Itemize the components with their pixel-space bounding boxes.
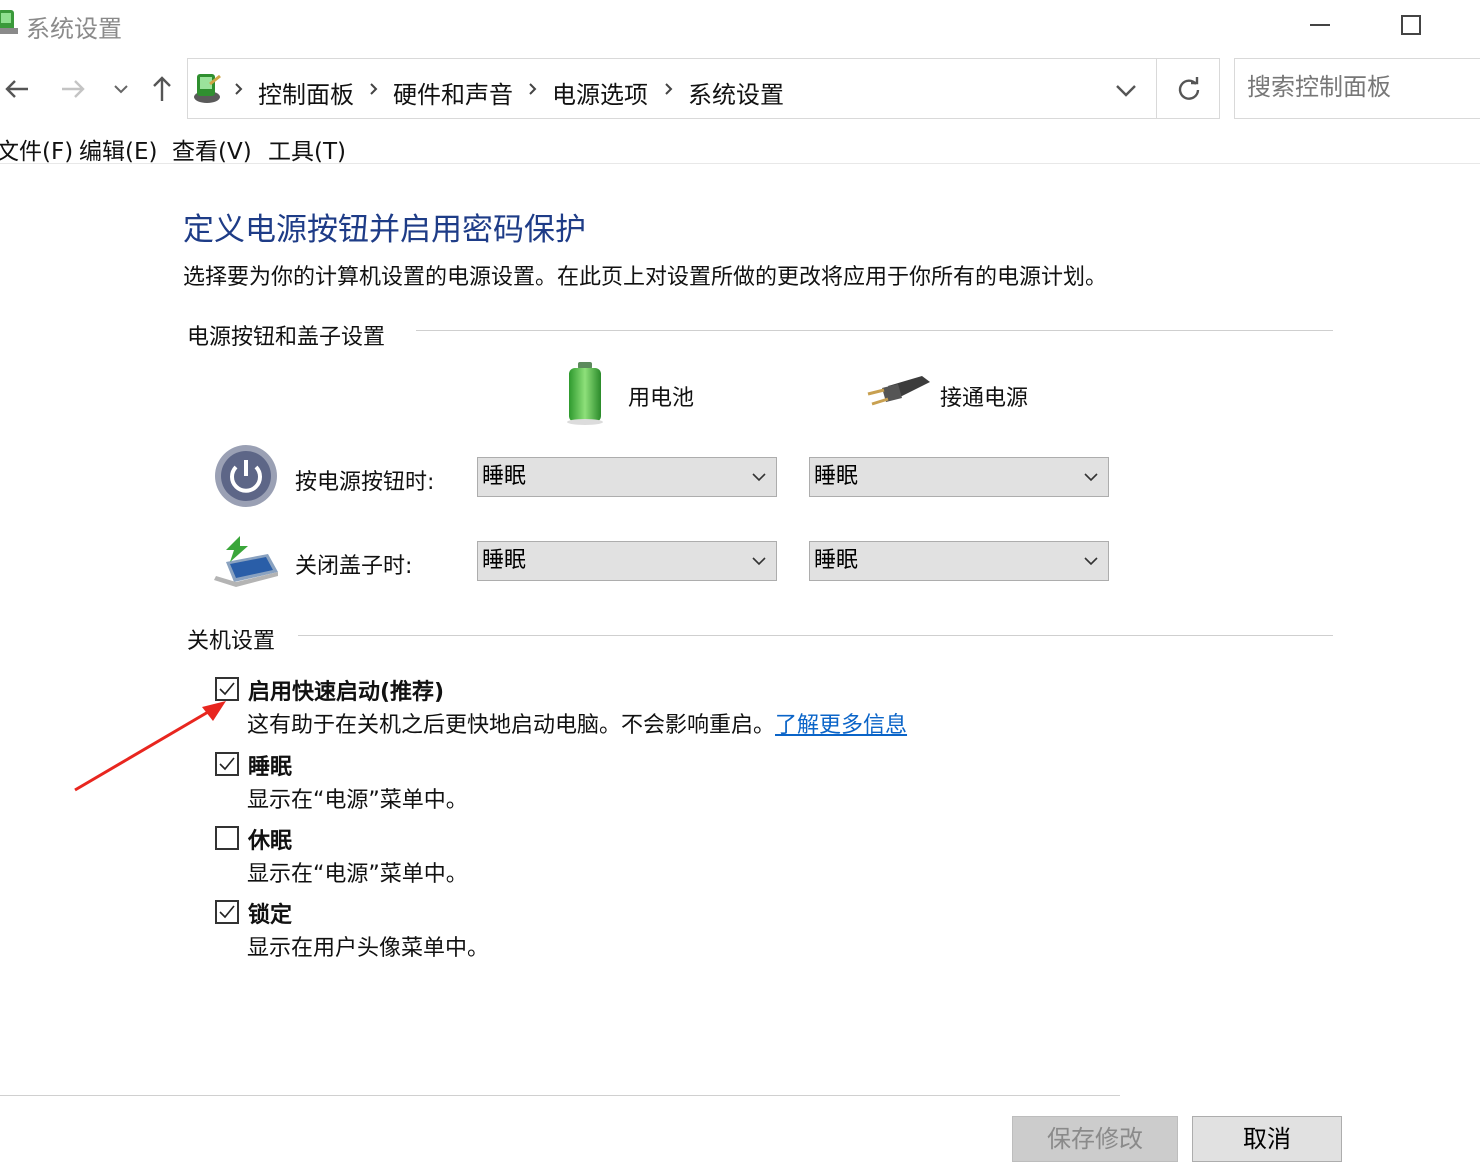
power-button-plugged-select[interactable]: 睡眠 [809, 457, 1109, 497]
select-value: 睡眠 [814, 464, 859, 489]
column-plugged-in: 接通电源 [940, 386, 1029, 411]
lock-checkbox[interactable] [215, 900, 239, 924]
window-title: 系统设置 [26, 15, 122, 43]
chevron-down-icon [114, 85, 128, 94]
up-button[interactable] [145, 72, 179, 106]
page-title: 定义电源按钮并启用密码保护 [183, 212, 586, 248]
system-settings-icon [0, 8, 20, 38]
save-changes-button[interactable]: 保存修改 [1012, 1116, 1178, 1162]
recent-locations-button[interactable] [104, 72, 138, 106]
group-divider [416, 330, 1333, 331]
fast-startup-desc-text: 这有助于在关机之后更快地启动电脑。不会影响重启。 [247, 713, 776, 738]
breadcrumb-separator-icon [365, 78, 383, 100]
breadcrumb-system-settings[interactable]: 系统设置 [688, 75, 784, 110]
breadcrumb-power-options[interactable]: 电源选项 [552, 75, 648, 110]
checkmark-icon [219, 905, 235, 919]
menu-tools[interactable]: 工具(T) [268, 132, 346, 166]
select-value: 睡眠 [482, 548, 527, 573]
power-button-battery-select[interactable]: 睡眠 [477, 457, 777, 497]
search-box[interactable] [1234, 58, 1480, 119]
sleep-description: 显示在“电源”菜单中。 [247, 788, 468, 813]
menu-edit[interactable]: 编辑(E) [79, 132, 157, 166]
select-value: 睡眠 [482, 464, 527, 489]
select-value: 睡眠 [814, 548, 859, 573]
close-lid-plugged-select[interactable]: 睡眠 [809, 541, 1109, 581]
minimize-button[interactable] [1300, 4, 1340, 44]
annotation-arrow [74, 701, 226, 792]
chevron-down-icon [1084, 473, 1098, 482]
maximize-button[interactable] [1390, 4, 1430, 44]
group-divider [298, 635, 1333, 636]
column-battery: 用电池 [628, 386, 695, 411]
power-button-icon [214, 444, 278, 508]
arrow-left-icon [5, 80, 28, 98]
shutdown-group-title: 关机设置 [187, 629, 276, 654]
power-plug-icon [862, 372, 932, 412]
sleep-label[interactable]: 睡眠 [248, 749, 292, 781]
breadcrumb-control-panel[interactable]: 控制面板 [258, 75, 354, 110]
lock-label[interactable]: 锁定 [248, 897, 292, 929]
forward-button[interactable] [56, 72, 90, 106]
hibernate-checkbox[interactable] [215, 826, 239, 850]
search-input[interactable] [1247, 73, 1477, 101]
breadcrumb-hardware-sound[interactable]: 硬件和声音 [393, 75, 513, 110]
menu-divider [0, 163, 1480, 164]
address-divider [1156, 58, 1157, 119]
refresh-icon [1178, 77, 1200, 100]
cancel-button[interactable]: 取消 [1192, 1116, 1342, 1162]
close-lid-battery-select[interactable]: 睡眠 [477, 541, 777, 581]
breadcrumb-separator-icon [660, 78, 678, 100]
breadcrumb-separator-icon [524, 78, 542, 100]
fast-startup-label[interactable]: 启用快速启动(推荐) [248, 674, 444, 706]
laptop-lid-icon [212, 532, 280, 588]
address-history-button[interactable] [1110, 72, 1142, 108]
lock-description: 显示在用户头像菜单中。 [247, 936, 490, 961]
chevron-down-icon [752, 473, 766, 482]
page-description: 选择要为你的计算机设置的电源设置。在此页上对设置所做的更改将应用于你所有的电源计… [183, 265, 1108, 290]
chevron-down-icon [752, 557, 766, 566]
refresh-button[interactable] [1168, 70, 1210, 110]
chevron-down-icon [1116, 85, 1136, 97]
chevron-down-icon [1084, 557, 1098, 566]
control-panel-icon [190, 70, 224, 106]
close-lid-label: 关闭盖子时: [295, 554, 413, 579]
arrow-right-icon [62, 80, 85, 98]
menu-file[interactable]: 文件(F) [0, 132, 73, 166]
breadcrumb-separator-icon [230, 78, 248, 100]
power-button-label: 按电源按钮时: [295, 470, 435, 495]
fast-startup-description: 这有助于在关机之后更快地启动电脑。不会影响重启。了解更多信息 [247, 707, 907, 739]
back-button[interactable] [0, 72, 34, 106]
arrow-up-icon [153, 76, 171, 101]
hibernate-description: 显示在“电源”菜单中。 [247, 862, 468, 887]
hibernate-label[interactable]: 休眠 [248, 823, 292, 855]
power-group-title: 电源按钮和盖子设置 [187, 325, 386, 350]
battery-icon [564, 360, 606, 426]
footer-divider [0, 1095, 1120, 1096]
learn-more-link[interactable]: 了解更多信息 [775, 713, 907, 738]
menu-view[interactable]: 查看(V) [172, 132, 252, 166]
